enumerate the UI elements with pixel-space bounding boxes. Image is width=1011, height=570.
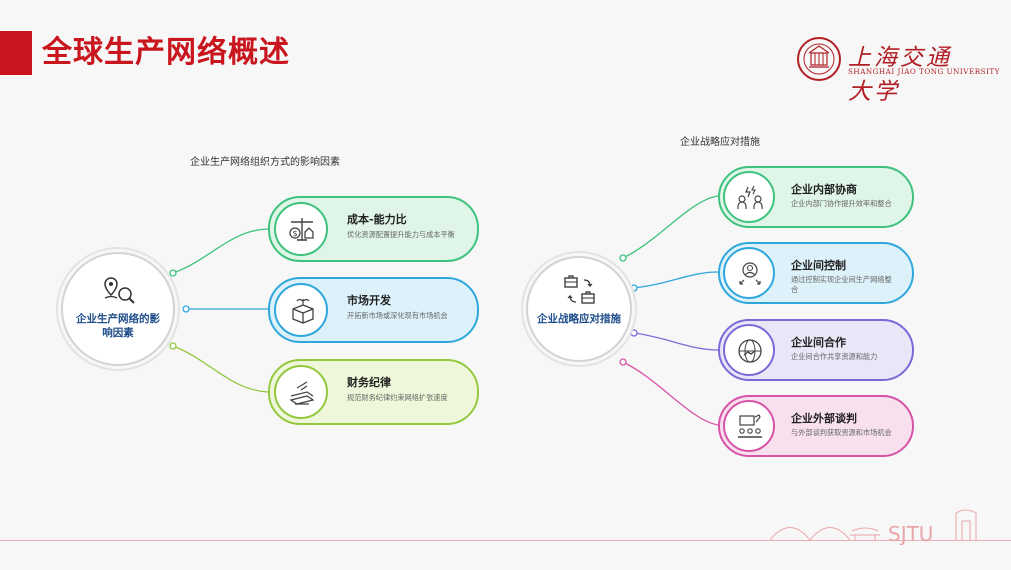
- negotiation-table-icon: [738, 414, 762, 438]
- controller-person-icon: [739, 262, 761, 285]
- factor-card-cost-capability[interactable]: $ 成本-能力比 优化资源配置提升能力与成本平衡: [268, 196, 479, 262]
- factor-title: 成本-能力比: [347, 213, 407, 226]
- strategy-title: 企业间合作: [791, 336, 846, 349]
- factor-icon-circle: [274, 283, 328, 337]
- factor-card-financial-discipline[interactable]: 财务纪律 规范财务纪律约束网络扩张速度: [268, 359, 479, 425]
- strategy-icon-circle: [723, 247, 775, 299]
- left-hub-circle: 企业生产网络的影响因素: [63, 254, 173, 364]
- strategy-description: 企业内部门协作提升效率和整合: [791, 199, 892, 208]
- left-section-heading: 企业生产网络组织方式的影响因素: [190, 157, 340, 168]
- briefcase-exchange-icon: [564, 275, 595, 304]
- strategy-card-internal-negotiation[interactable]: 企业内部协商 企业内部门协作提升效率和整合: [718, 166, 914, 228]
- left-hub-label: 企业生产网络的影响因素: [76, 313, 160, 339]
- factor-description: 规范财务纪律约束网络扩张速度: [347, 393, 448, 402]
- balance-scale-icon: $: [289, 218, 314, 241]
- factor-description: 开拓新市场或深化现有市场机会: [347, 311, 448, 320]
- location-search-icon: [104, 277, 135, 304]
- right-section-heading: 企业战略应对措施: [680, 137, 760, 148]
- strategy-icon-circle: [723, 171, 775, 223]
- strategy-title: 企业间控制: [791, 259, 846, 272]
- strategy-description: 企业间合作共享资源和能力: [791, 352, 878, 361]
- presentation-slide: 全球生产网络概述 上海交通大学 SHANGHAI JIAO TONG UNIVE…: [0, 0, 1011, 570]
- strategy-icon-circle: [723, 324, 775, 376]
- box-growth-icon: [292, 298, 314, 324]
- factor-icon-circle: [274, 365, 328, 419]
- factor-title: 财务纪律: [347, 376, 391, 389]
- campus-skyline-icon: SJTU: [770, 509, 977, 545]
- cash-stack-icon: [289, 381, 315, 405]
- strategy-description: 与外部谈判获取资源和市场机会: [791, 428, 892, 437]
- globe-handshake-icon: [738, 339, 762, 363]
- strategy-card-inter-firm-cooperation[interactable]: 企业间合作 企业间合作共享资源和能力: [718, 319, 914, 381]
- team-collaboration-icon: [737, 185, 763, 209]
- right-hub-circle: 企业战略应对措施: [528, 258, 630, 360]
- strategy-icon-circle: [723, 400, 775, 452]
- footer-sjtu-text: SJTU: [888, 522, 933, 545]
- factor-icon-circle: $: [274, 202, 328, 256]
- factor-description: 优化资源配置提升能力与成本平衡: [347, 230, 455, 239]
- factor-card-market-development[interactable]: 市场开发 开拓新市场或深化现有市场机会: [268, 277, 479, 343]
- factor-title: 市场开发: [347, 294, 391, 307]
- strategy-title: 企业内部协商: [791, 183, 857, 196]
- strategy-card-external-negotiation[interactable]: 企业外部谈判 与外部谈判获取资源和市场机会: [718, 395, 914, 457]
- strategy-card-inter-firm-control[interactable]: 企业间控制 通过控制实现企业间生产网络整合: [718, 242, 914, 304]
- right-hub-label: 企业战略应对措施: [537, 313, 621, 325]
- strategy-title: 企业外部谈判: [791, 412, 857, 425]
- strategy-description: 通过控制实现企业间生产网络整合: [791, 275, 892, 294]
- svg-text:$: $: [293, 229, 298, 238]
